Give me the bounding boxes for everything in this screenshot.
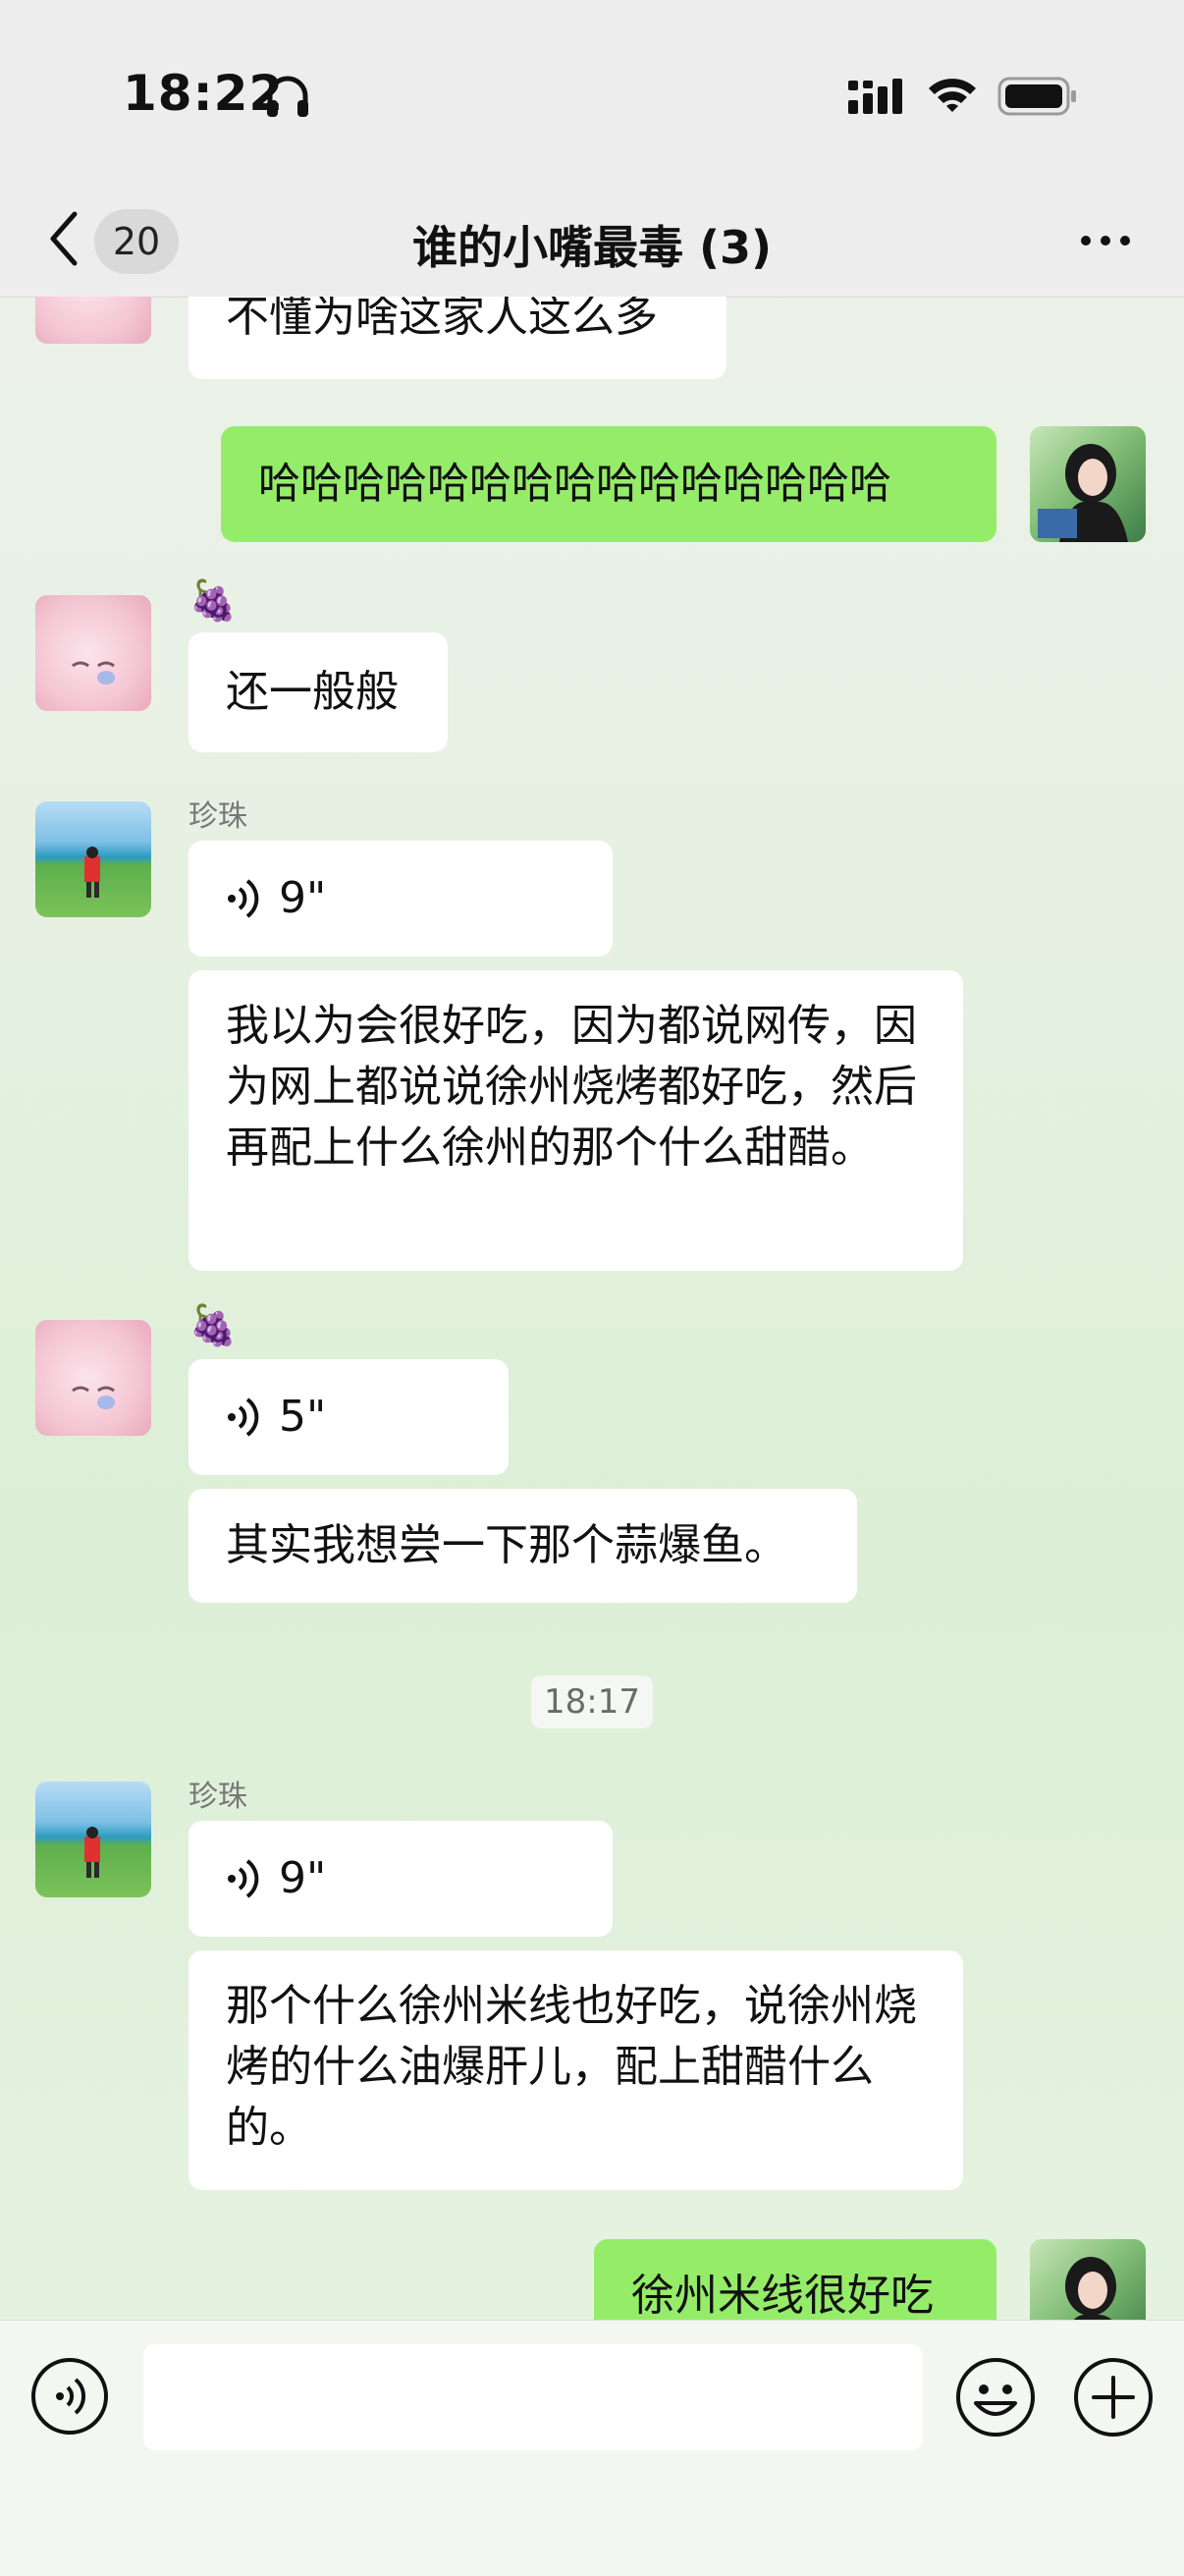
my-avatar[interactable] bbox=[1030, 426, 1146, 542]
message-text: 那个什么徐州米线也好吃，说徐州烧烤的什么油爆肝儿，配上甜醋什么的。 bbox=[226, 1981, 917, 2153]
message-bubble[interactable]: 还一般般 bbox=[188, 632, 448, 752]
time-divider: 18:17 bbox=[531, 1675, 653, 1728]
headphone-icon bbox=[267, 76, 308, 117]
message-text: 徐州米线很好吃 bbox=[631, 2271, 934, 2320]
chat-title: 谁的小嘴最毒 (3) bbox=[411, 221, 773, 274]
avatar[interactable] bbox=[35, 801, 151, 917]
pink-pig-icon bbox=[72, 1386, 115, 1409]
message-input[interactable] bbox=[143, 2344, 923, 2450]
status-time: 18:22 bbox=[123, 65, 285, 122]
message-text: 其实我想尝一下那个蒜爆鱼。 bbox=[226, 1520, 787, 1570]
pink-pig-icon bbox=[72, 661, 115, 685]
cellular-signal-icon bbox=[848, 79, 902, 114]
my-message-bubble[interactable]: 哈哈哈哈哈哈哈哈哈哈哈哈哈哈哈 bbox=[221, 426, 996, 542]
sender-emoji-name: 🍇 bbox=[188, 1303, 238, 1348]
person-portrait-icon bbox=[1038, 444, 1128, 542]
message-bubble[interactable]: 其实我想尝一下那个蒜爆鱼。 bbox=[188, 1489, 857, 1603]
voice-wave-icon bbox=[228, 1398, 259, 1437]
my-message-bubble[interactable]: 徐州米线很好吃 bbox=[594, 2239, 996, 2320]
sender-emoji-name: 🍇 bbox=[188, 578, 238, 624]
add-attachment-icon[interactable] bbox=[1072, 2356, 1155, 2439]
voice-message-bubble[interactable]: 9" bbox=[188, 841, 613, 957]
voice-wave-icon bbox=[228, 1859, 259, 1898]
message-text: 哈哈哈哈哈哈哈哈哈哈哈哈哈哈哈 bbox=[258, 460, 891, 509]
voice-wave-icon bbox=[228, 879, 259, 918]
message-text: 我以为会很好吃，因为都说网传，因为网上都说说徐州烧烤都好吃，然后再配上什么徐州的… bbox=[226, 1001, 917, 1173]
chat-header: 20 谁的小嘴最毒 (3) bbox=[0, 187, 1184, 298]
voice-duration: 9" bbox=[279, 1853, 327, 1903]
sender-name: 珍珠 bbox=[188, 799, 247, 834]
voice-input-icon[interactable] bbox=[29, 2356, 110, 2437]
battery-icon bbox=[997, 77, 1076, 116]
wifi-icon bbox=[929, 79, 976, 112]
message-bubble[interactable]: 那个什么徐州米线也好吃，说徐州烧烤的什么油爆肝儿，配上甜醋什么的。 bbox=[188, 1950, 963, 2190]
message-bubble[interactable]: 不懂为啥这家人这么多 bbox=[188, 297, 727, 379]
beach-photo-icon bbox=[84, 847, 100, 898]
voice-duration: 9" bbox=[279, 873, 327, 923]
emoji-icon[interactable] bbox=[954, 2356, 1037, 2439]
avatar[interactable] bbox=[35, 297, 151, 344]
voice-message-bubble[interactable]: 9" bbox=[188, 1821, 613, 1937]
voice-message-bubble[interactable]: 5" bbox=[188, 1359, 509, 1475]
message-text: 不懂为啥这家人这么多 bbox=[226, 297, 658, 342]
my-avatar[interactable] bbox=[1030, 2239, 1146, 2320]
avatar[interactable] bbox=[35, 1781, 151, 1897]
message-text: 还一般般 bbox=[226, 667, 399, 717]
status-bar: 18:22 bbox=[0, 0, 1184, 187]
message-input-bar bbox=[0, 2320, 1184, 2576]
voice-duration: 5" bbox=[279, 1392, 327, 1442]
message-list[interactable]: 不懂为啥这家人这么多 哈哈哈哈哈哈哈哈哈哈哈哈哈哈哈 🍇 还一般般 珍珠 9" … bbox=[0, 297, 1184, 2320]
more-options-icon[interactable] bbox=[1078, 226, 1133, 255]
person-portrait-icon bbox=[1065, 2257, 1116, 2320]
message-bubble[interactable]: 我以为会很好吃，因为都说网传，因为网上都说说徐州烧烤都好吃，然后再配上什么徐州的… bbox=[188, 970, 963, 1271]
sender-name: 珍珠 bbox=[188, 1780, 247, 1814]
beach-photo-icon bbox=[84, 1827, 100, 1878]
avatar[interactable] bbox=[35, 1320, 151, 1436]
avatar[interactable] bbox=[35, 595, 151, 711]
